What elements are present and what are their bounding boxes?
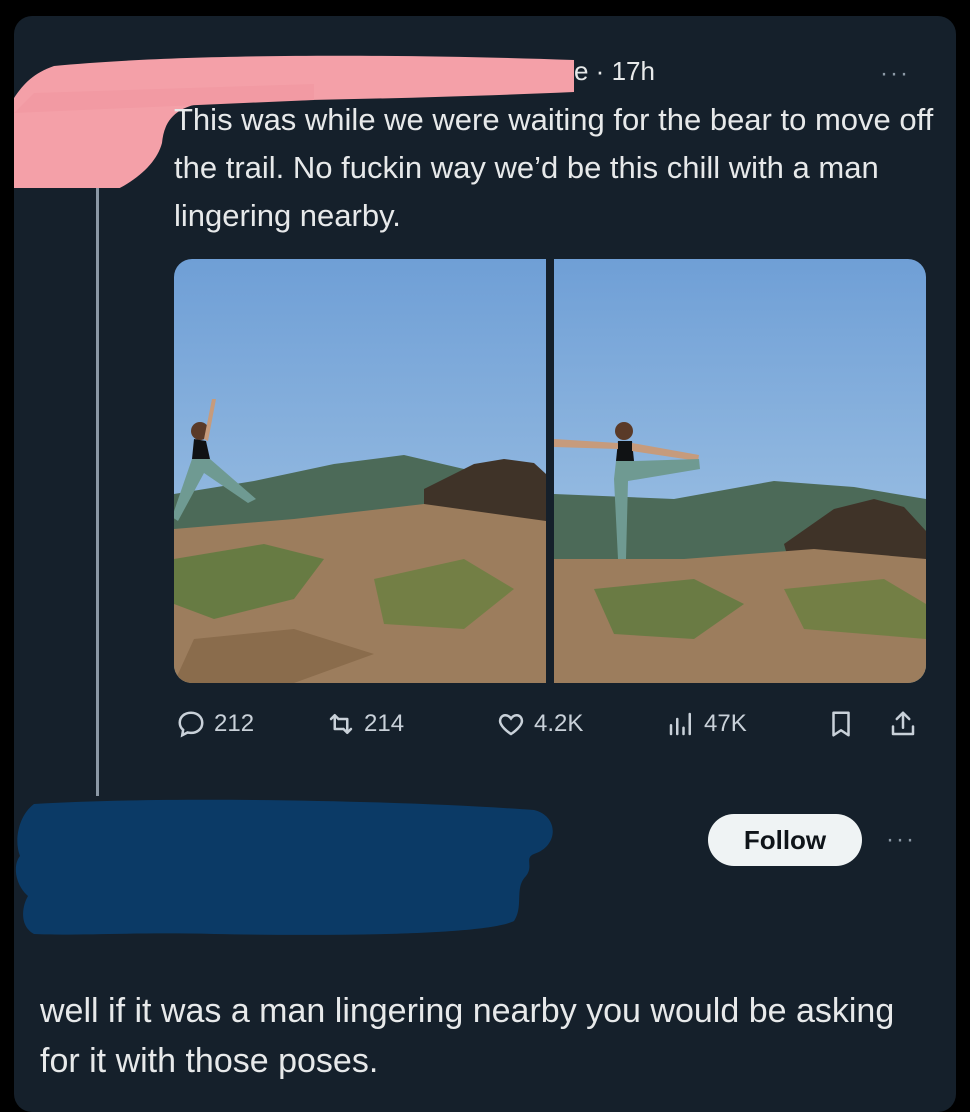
thread-connector-line (96, 106, 99, 796)
bookmark-button[interactable] (826, 706, 856, 742)
follow-button[interactable]: Follow (708, 814, 862, 866)
reply-button[interactable]: 212 (176, 706, 254, 742)
repost-count: 214 (364, 710, 405, 737)
like-button[interactable]: 4.2K (496, 706, 583, 742)
tweet-media-grid[interactable] (174, 259, 926, 683)
tweet-timestamp[interactable]: e · 17h (574, 56, 655, 87)
like-icon (498, 713, 524, 736)
tweet-action-bar: 212 214 4.2K 47K (176, 706, 936, 746)
redacted-username-blue (15, 799, 553, 935)
bookmark-icon (832, 711, 850, 737)
tweet-text: This was while we were waiting for the b… (174, 102, 934, 233)
reply-more-icon[interactable]: ··· (886, 826, 916, 854)
share-icon (891, 711, 915, 736)
views-count: 47K (704, 710, 747, 737)
tweet-photo-1[interactable] (174, 259, 546, 683)
reply-icon (178, 711, 204, 738)
views-icon (669, 712, 691, 736)
reply-count: 212 (214, 710, 255, 737)
tweet-more-icon[interactable]: ··· (880, 60, 910, 88)
repost-icon (329, 714, 353, 734)
views-button[interactable]: 47K (666, 706, 747, 742)
like-count: 4.2K (534, 710, 584, 737)
reply-text: well if it was a man lingering nearby yo… (40, 992, 895, 1080)
repost-button[interactable]: 214 (326, 706, 404, 742)
tweet-thread-card: e · 17h ··· This was while we were waiti… (14, 16, 956, 1112)
tweet-photo-2[interactable] (554, 259, 926, 683)
share-button[interactable] (888, 706, 918, 742)
